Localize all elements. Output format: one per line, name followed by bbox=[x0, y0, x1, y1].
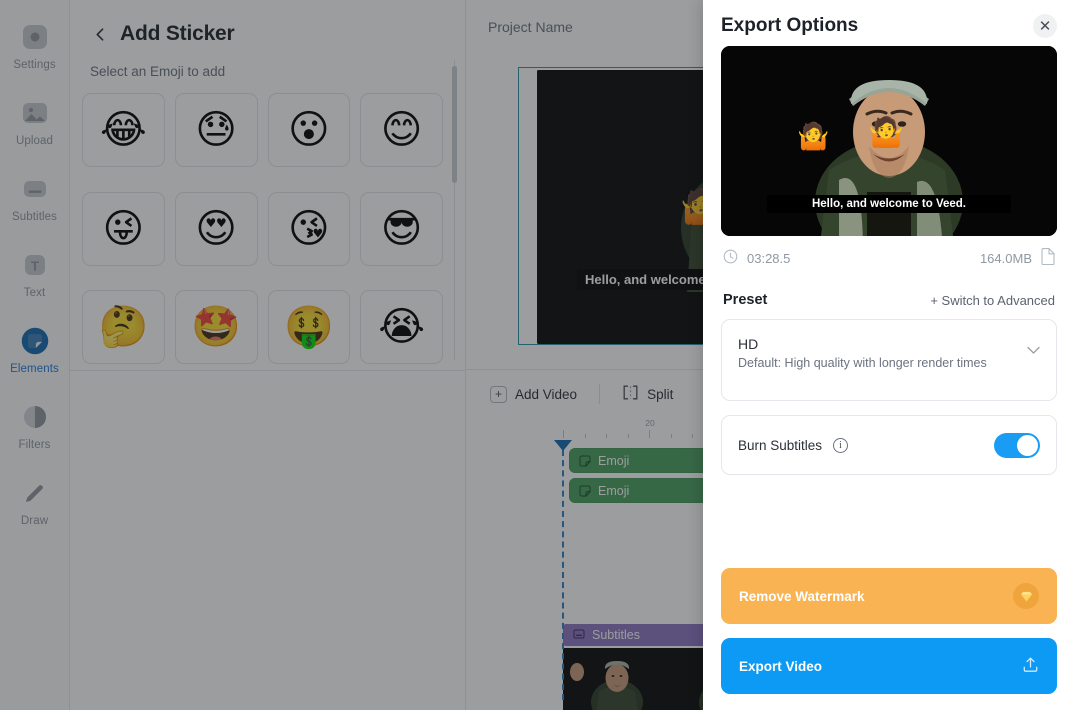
duration-group: 03:28.5 bbox=[723, 249, 790, 267]
clock-icon bbox=[723, 249, 738, 267]
preset-description: Default: High quality with longer render… bbox=[738, 356, 987, 370]
burn-subtitles-toggle[interactable] bbox=[994, 432, 1040, 458]
export-actions: Remove Watermark Export Video bbox=[721, 568, 1057, 710]
burn-subtitles-label-group: Burn Subtitles i bbox=[738, 437, 849, 453]
preview-emoji-overlay-center: 🤷 bbox=[868, 115, 905, 149]
export-title: Export Options bbox=[721, 15, 859, 36]
preview-emoji-overlay-left: 🤷 bbox=[797, 122, 830, 152]
export-header: Export Options ✕ bbox=[721, 0, 1057, 44]
preset-selected-value: HD bbox=[738, 336, 759, 352]
upload-arrow-icon bbox=[1022, 656, 1039, 676]
export-video-button[interactable]: Export Video bbox=[721, 638, 1057, 694]
file-icon bbox=[1041, 248, 1055, 268]
export-video-label: Export Video bbox=[739, 658, 823, 674]
toggle-knob bbox=[1017, 434, 1038, 456]
duration-value: 03:28.5 bbox=[747, 250, 791, 266]
remove-watermark-button[interactable]: Remove Watermark bbox=[721, 568, 1057, 624]
chevron-down-icon[interactable] bbox=[1027, 342, 1040, 360]
filesize-group: 164.0MB bbox=[980, 248, 1055, 268]
gem-icon bbox=[1013, 583, 1039, 609]
export-meta-row: 03:28.5 164.0MB bbox=[721, 236, 1057, 280]
export-options-panel: Export Options ✕ 🤷 🤷 Hello, and welcome … bbox=[703, 0, 1075, 710]
switch-to-advanced-link[interactable]: + Switch to Advanced bbox=[930, 293, 1055, 308]
burn-subtitles-row: Burn Subtitles i bbox=[721, 415, 1057, 475]
close-icon[interactable]: ✕ bbox=[1033, 14, 1057, 38]
preview-caption: Hello, and welcome to Veed. bbox=[767, 195, 1011, 213]
preset-row: Preset + Switch to Advanced bbox=[721, 292, 1057, 308]
remove-watermark-label: Remove Watermark bbox=[739, 588, 865, 604]
filesize-value: 164.0MB bbox=[979, 250, 1032, 266]
burn-subtitles-label: Burn Subtitles bbox=[738, 437, 823, 453]
info-icon[interactable]: i bbox=[833, 437, 849, 453]
preset-select[interactable]: HD Default: High quality with longer ren… bbox=[721, 319, 1057, 401]
export-preview-thumbnail: 🤷 🤷 Hello, and welcome to Veed. bbox=[721, 46, 1057, 236]
veed-editor-window: Settings Upload Subtitles T Text Element… bbox=[0, 0, 1075, 710]
preset-label: Preset bbox=[723, 292, 768, 308]
